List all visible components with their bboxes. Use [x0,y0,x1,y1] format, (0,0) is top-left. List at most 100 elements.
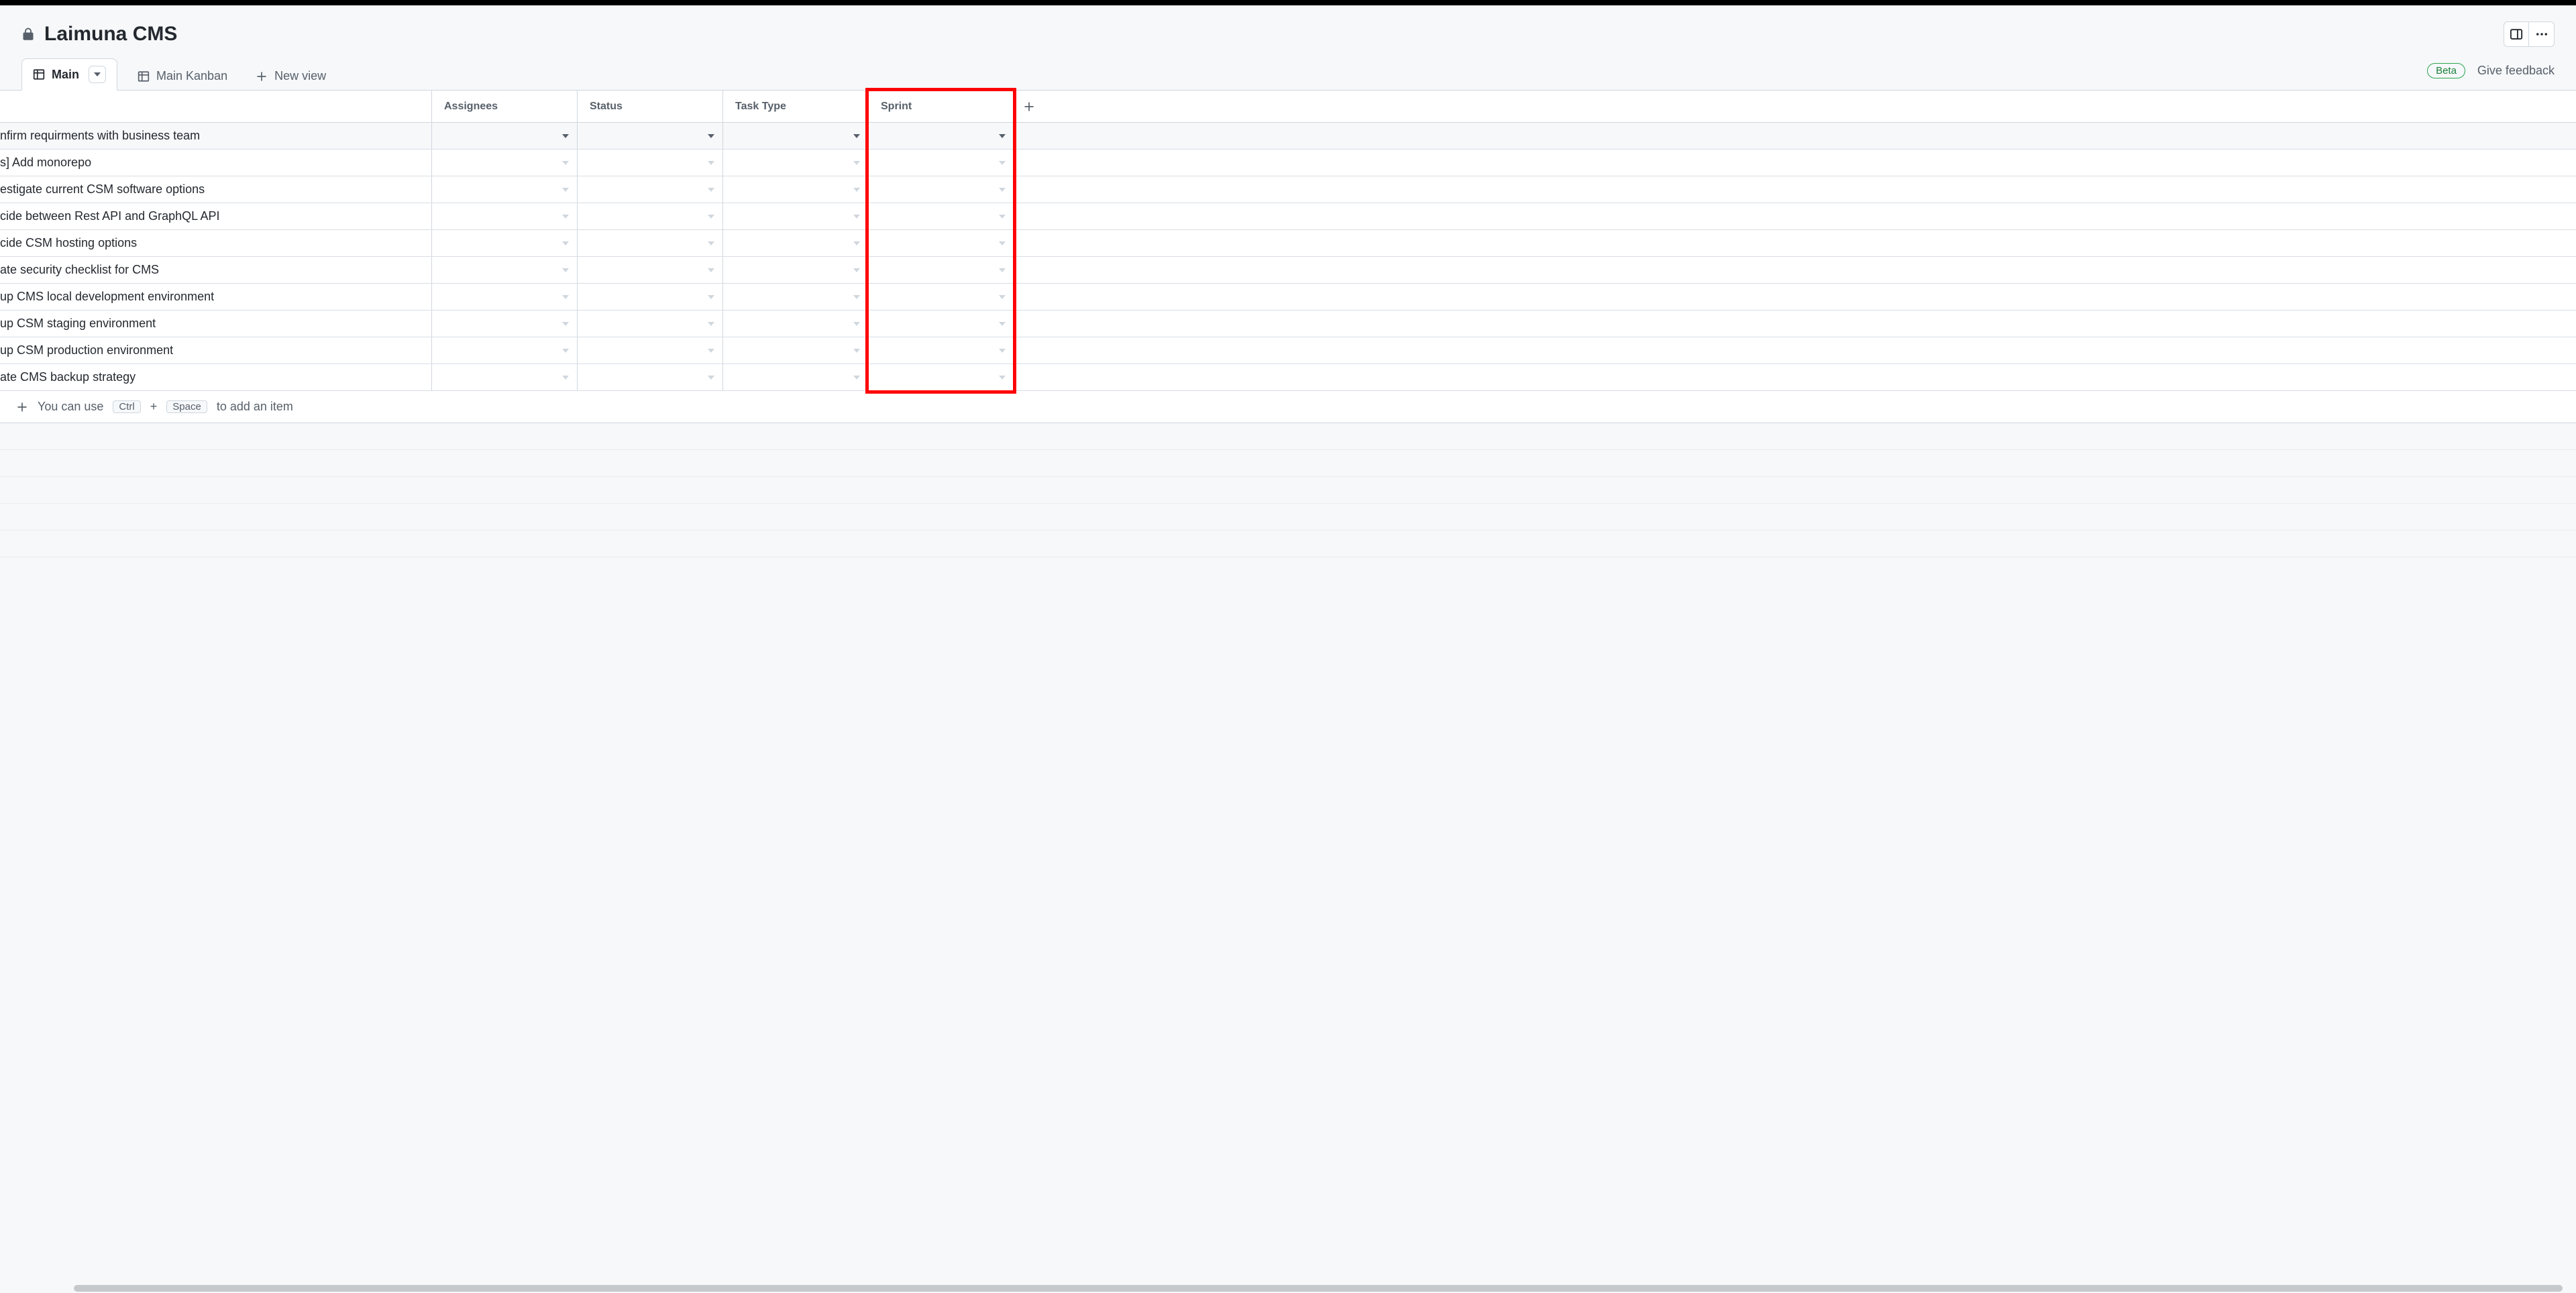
new-view-button[interactable]: New view [248,62,334,90]
scrollbar-thumb[interactable] [74,1285,2563,1292]
column-status-label: Status [590,101,623,113]
cell-assignees[interactable] [431,364,577,390]
cell-tasktype[interactable] [722,311,868,337]
cell-title[interactable]: ate security checklist for CMS [0,257,431,283]
panel-toggle-button[interactable] [2504,21,2529,47]
cell-trailing [1014,257,1043,283]
caret-down-icon [562,268,569,272]
row-title-text: up CMS local development environment [0,290,214,304]
cell-status[interactable] [577,364,722,390]
column-sprint-header[interactable]: Sprint [868,91,1014,122]
table-row[interactable]: cide CSM hosting options [0,230,2576,257]
cell-trailing [1014,284,1043,310]
cell-assignees[interactable] [431,150,577,176]
cell-tasktype[interactable] [722,123,868,149]
tab-main[interactable]: Main [21,58,117,91]
cell-sprint[interactable] [868,150,1014,176]
cell-tasktype[interactable] [722,257,868,283]
cell-status[interactable] [577,257,722,283]
cell-trailing [1014,364,1043,390]
caret-down-icon [853,215,860,219]
cell-title[interactable]: cide CSM hosting options [0,230,431,256]
column-title-header[interactable] [0,91,431,122]
cell-assignees[interactable] [431,311,577,337]
empty-area [0,423,2576,557]
caret-down-icon [999,215,1006,219]
give-feedback-link[interactable]: Give feedback [2477,64,2555,78]
header-actions [2504,21,2555,47]
cell-status[interactable] [577,176,722,203]
cell-assignees[interactable] [431,257,577,283]
column-sprint-label: Sprint [881,101,912,113]
cell-title[interactable]: up CMS local development environment [0,284,431,310]
cell-sprint[interactable] [868,203,1014,229]
table-row[interactable]: up CSM staging environment [0,311,2576,337]
cell-tasktype[interactable] [722,230,868,256]
cell-assignees[interactable] [431,337,577,363]
more-menu-button[interactable] [2529,21,2555,47]
cell-title[interactable]: estigate current CSM software options [0,176,431,203]
cell-tasktype[interactable] [722,337,868,363]
cell-assignees[interactable] [431,203,577,229]
cell-assignees[interactable] [431,176,577,203]
table-row[interactable]: ate CMS backup strategy [0,364,2576,391]
cell-status[interactable] [577,337,722,363]
cell-tasktype[interactable] [722,150,868,176]
cell-sprint[interactable] [868,257,1014,283]
column-tasktype-header[interactable]: Task Type [722,91,868,122]
table-row[interactable]: up CSM production environment [0,337,2576,364]
horizontal-scrollbar[interactable] [0,1284,2569,1293]
cell-status[interactable] [577,123,722,149]
row-title-text: nfirm requirments with business team [0,129,200,143]
cell-status[interactable] [577,284,722,310]
cell-tasktype[interactable] [722,284,868,310]
cell-tasktype[interactable] [722,203,868,229]
cell-sprint[interactable] [868,337,1014,363]
cell-sprint[interactable] [868,364,1014,390]
column-status-header[interactable]: Status [577,91,722,122]
cell-status[interactable] [577,203,722,229]
empty-row [0,530,2576,557]
column-assignees-header[interactable]: Assignees [431,91,577,122]
caret-down-icon [562,188,569,192]
caret-down-icon [999,322,1006,326]
add-column-button[interactable] [1014,91,1043,122]
caret-down-icon [562,349,569,353]
cell-assignees[interactable] [431,230,577,256]
table-row[interactable]: ate security checklist for CMS [0,257,2576,284]
tab-main-kanban[interactable]: Main Kanban [129,62,235,90]
cell-title[interactable]: s] Add monorepo [0,150,431,176]
cell-title[interactable]: nfirm requirments with business team [0,123,431,149]
table-row[interactable]: nfirm requirments with business team [0,123,2576,150]
table-row[interactable]: cide between Rest API and GraphQL API [0,203,2576,230]
caret-down-icon [708,188,714,192]
caret-down-icon [999,349,1006,353]
empty-row [0,450,2576,477]
cell-tasktype[interactable] [722,176,868,203]
cell-sprint[interactable] [868,284,1014,310]
column-assignees-label: Assignees [444,101,498,113]
cell-title[interactable]: cide between Rest API and GraphQL API [0,203,431,229]
cell-status[interactable] [577,230,722,256]
cell-status[interactable] [577,311,722,337]
cell-status[interactable] [577,150,722,176]
table-row[interactable]: estigate current CSM software options [0,176,2576,203]
cell-sprint[interactable] [868,123,1014,149]
cell-tasktype[interactable] [722,364,868,390]
add-item-row[interactable]: You can use Ctrl + Space to add an item [0,391,2576,423]
tab-main-menu[interactable] [89,66,106,83]
cell-title[interactable]: ate CMS backup strategy [0,364,431,390]
cell-assignees[interactable] [431,123,577,149]
cell-title[interactable]: up CSM production environment [0,337,431,363]
beta-badge: Beta [2427,63,2465,78]
cell-assignees[interactable] [431,284,577,310]
cell-sprint[interactable] [868,176,1014,203]
cell-title[interactable]: up CSM staging environment [0,311,431,337]
cell-sprint[interactable] [868,230,1014,256]
caret-down-icon [999,295,1006,299]
row-title-text: cide CSM hosting options [0,236,137,250]
table-row[interactable]: s] Add monorepo [0,150,2576,176]
table-row[interactable]: up CMS local development environment [0,284,2576,311]
caret-down-icon [853,161,860,165]
cell-sprint[interactable] [868,311,1014,337]
